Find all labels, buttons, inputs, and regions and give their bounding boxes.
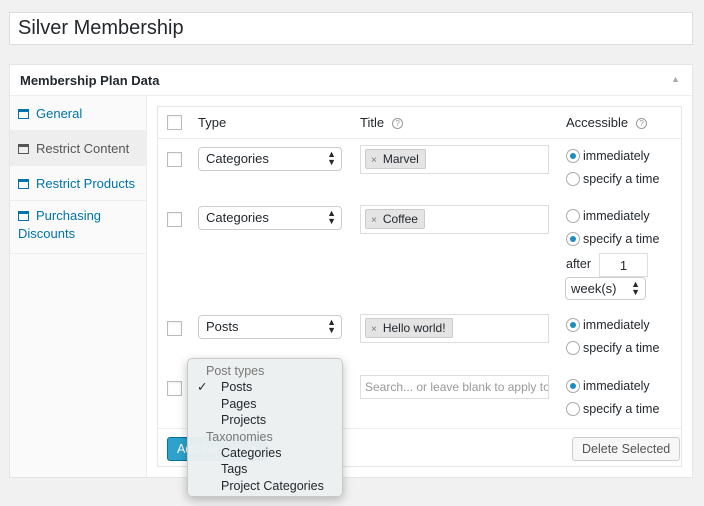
sidebar-item-restrict-content[interactable]: Restrict Content bbox=[10, 131, 146, 166]
after-value-input[interactable]: 1 bbox=[599, 253, 648, 277]
sidebar-item-purchasing-discounts[interactable]: Purchasing Discounts bbox=[10, 201, 146, 254]
title-field[interactable]: × Hello world! bbox=[360, 314, 549, 343]
type-header: Type bbox=[198, 115, 227, 130]
period-select[interactable]: week(s) ▲ ▼ bbox=[565, 277, 646, 300]
remove-tag-icon[interactable]: × bbox=[371, 215, 377, 226]
radio-button[interactable] bbox=[566, 341, 580, 355]
radio-button[interactable] bbox=[566, 232, 580, 246]
row-checkbox[interactable] bbox=[167, 212, 182, 227]
sidebar-item-label: Restrict Content bbox=[36, 141, 130, 156]
title-search-input[interactable]: Search... or leave blank to apply to all bbox=[360, 375, 549, 399]
title-header: Title? bbox=[360, 115, 404, 130]
radio-label: immediately bbox=[583, 209, 650, 223]
sidebar-item-label: General bbox=[36, 106, 83, 121]
title-field[interactable]: × Marvel bbox=[360, 145, 549, 174]
type-select[interactable]: Categories ▲ ▼ bbox=[198, 147, 342, 171]
type-select-value: Posts bbox=[206, 319, 239, 334]
sidebar-item-general[interactable]: General bbox=[10, 96, 146, 131]
select-arrows-icon: ▲ ▼ bbox=[327, 208, 336, 226]
window-icon bbox=[18, 179, 29, 189]
group-post-types: Post types bbox=[206, 364, 265, 378]
type-select[interactable]: Categories ▲ ▼ bbox=[198, 206, 342, 230]
radio-button[interactable] bbox=[566, 318, 580, 332]
radio-label: specify a time bbox=[583, 402, 660, 416]
sidebar-item-label: Restrict Products bbox=[36, 176, 135, 191]
after-label: after bbox=[566, 257, 592, 271]
accessible-header-label: Accessible bbox=[566, 115, 629, 130]
tag-label: Marvel bbox=[382, 152, 419, 166]
group-taxonomies: Taxonomies bbox=[206, 429, 273, 444]
title-tag: × Hello world! bbox=[365, 318, 453, 338]
title-field[interactable]: × Coffee bbox=[360, 205, 549, 234]
general-icon bbox=[18, 109, 29, 119]
radio-button[interactable] bbox=[566, 402, 580, 416]
checkmark-icon: ✓ bbox=[197, 380, 208, 395]
radio-label: specify a time bbox=[583, 232, 660, 246]
option-categories[interactable]: Categories bbox=[188, 445, 342, 461]
tag-label: Coffee bbox=[382, 212, 418, 226]
remove-tag-icon[interactable]: × bbox=[371, 155, 377, 166]
radio-specify-time[interactable]: specify a time bbox=[566, 402, 659, 416]
period-select-value: week(s) bbox=[571, 281, 617, 296]
radio-button[interactable] bbox=[566, 379, 580, 393]
title-tag: × Coffee bbox=[365, 209, 425, 229]
radio-button[interactable] bbox=[566, 209, 580, 223]
radio-specify-time[interactable]: specify a time bbox=[566, 232, 659, 246]
select-arrows-icon: ▲ ▼ bbox=[327, 149, 336, 167]
option-posts[interactable]: ✓ Posts bbox=[188, 379, 342, 395]
title-tag: × Marvel bbox=[365, 149, 426, 169]
radio-label: immediately bbox=[583, 379, 650, 393]
plan-title-input[interactable]: Silver Membership bbox=[9, 12, 693, 45]
window-icon bbox=[18, 211, 29, 221]
radio-immediately[interactable]: immediately bbox=[566, 379, 650, 393]
title-header-label: Title bbox=[360, 115, 385, 130]
help-icon[interactable]: ? bbox=[636, 118, 648, 129]
panel-title: Membership Plan Data bbox=[20, 73, 160, 88]
tag-label: Hello world! bbox=[382, 321, 446, 335]
option-label: Posts bbox=[221, 380, 253, 395]
collapse-toggle-icon[interactable]: ▲ bbox=[671, 74, 680, 84]
window-icon bbox=[18, 144, 29, 154]
panel-header: Membership Plan Data bbox=[10, 65, 692, 96]
type-select[interactable]: Posts ▲ ▼ bbox=[198, 315, 342, 339]
type-dropdown-menu: Post types ✓ Posts Pages Projects Taxonom… bbox=[187, 358, 343, 497]
membership-plan-data-panel: Membership Plan Data ▲ General Restrict … bbox=[9, 64, 693, 478]
select-all-checkbox[interactable] bbox=[167, 115, 182, 130]
row-checkbox[interactable] bbox=[167, 381, 182, 396]
remove-tag-icon[interactable]: × bbox=[371, 324, 377, 335]
help-icon[interactable]: ? bbox=[392, 118, 404, 129]
option-project-categories[interactable]: Project Categories bbox=[188, 478, 342, 494]
delete-selected-button[interactable]: Delete Selected bbox=[572, 437, 681, 461]
type-select-value: Categories bbox=[206, 151, 269, 166]
option-tags[interactable]: Tags bbox=[188, 461, 342, 477]
radio-specify-time[interactable]: specify a time bbox=[566, 172, 659, 186]
select-arrows-icon: ▲ ▼ bbox=[327, 317, 336, 335]
type-select-value: Categories bbox=[206, 210, 269, 225]
option-projects[interactable]: Projects bbox=[188, 412, 342, 428]
radio-specify-time[interactable]: specify a time bbox=[566, 341, 659, 355]
radio-immediately[interactable]: immediately bbox=[566, 149, 650, 163]
radio-immediately[interactable]: immediately bbox=[566, 209, 650, 223]
radio-button[interactable] bbox=[566, 172, 580, 186]
sidebar: General Restrict Content Restrict Produc… bbox=[10, 96, 147, 477]
radio-button[interactable] bbox=[566, 149, 580, 163]
accessible-header: Accessible? bbox=[566, 115, 648, 130]
radio-label: immediately bbox=[583, 318, 650, 332]
radio-label: immediately bbox=[583, 149, 650, 163]
row-checkbox[interactable] bbox=[167, 321, 182, 336]
select-arrows-icon: ▲ ▼ bbox=[631, 279, 640, 297]
radio-immediately[interactable]: immediately bbox=[566, 318, 650, 332]
sidebar-item-restrict-products[interactable]: Restrict Products bbox=[10, 166, 146, 201]
divider bbox=[158, 138, 681, 139]
row-checkbox[interactable] bbox=[167, 152, 182, 167]
option-pages[interactable]: Pages bbox=[188, 396, 342, 412]
sidebar-item-label: Purchasing Discounts bbox=[18, 208, 102, 241]
radio-label: specify a time bbox=[583, 172, 660, 186]
radio-label: specify a time bbox=[583, 341, 660, 355]
